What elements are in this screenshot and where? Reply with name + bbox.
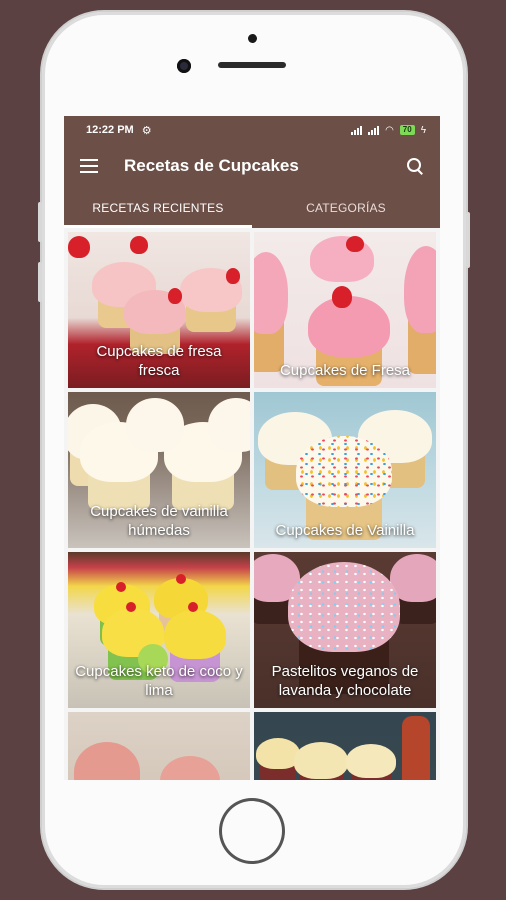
menu-icon[interactable] (80, 159, 98, 173)
search-icon[interactable] (406, 157, 424, 175)
signal-icon (351, 125, 363, 135)
settings-icon: ⚙ (141, 124, 152, 137)
recipe-card[interactable]: Cupcakes de fresa fresca (68, 232, 250, 388)
battery-icon: 70 (399, 125, 415, 135)
recipe-card[interactable]: Pastelitos veganos de lavanda y chocolat… (254, 552, 436, 708)
recipe-card[interactable]: Cupcakes de vainilla húmedas (68, 392, 250, 548)
app-bar: Recetas de Cupcakes (64, 144, 440, 188)
recipe-grid: Cupcakes de fresa fresca Cupcakes de Fre… (64, 228, 440, 780)
tab-categories[interactable]: CATEGORÍAS (252, 188, 440, 228)
home-button[interactable] (219, 798, 285, 864)
recipe-card[interactable]: Cupcakes de Vainilla (254, 392, 436, 548)
recipe-title: Cupcakes de Vainilla (275, 522, 415, 539)
recipe-card[interactable]: Cupcakes de Fresa (254, 232, 436, 388)
proximity-sensor (248, 34, 257, 43)
recipe-title: Cupcakes keto de coco y lima (75, 663, 243, 699)
recipe-card[interactable] (68, 712, 250, 780)
recipe-image (68, 712, 250, 780)
recipe-image (254, 712, 436, 780)
front-camera (177, 59, 191, 73)
charging-icon: ϟ (420, 124, 426, 136)
signal-icon-2 (368, 125, 380, 135)
recipe-title: Cupcakes de fresa fresca (96, 343, 222, 379)
recipe-card[interactable] (254, 712, 436, 780)
page-title: Recetas de Cupcakes (124, 156, 299, 175)
tab-recent-recipes[interactable]: RECETAS RECIENTES (64, 188, 252, 228)
volume-down-button (38, 262, 42, 302)
volume-up-button (38, 202, 42, 242)
earpiece-speaker (218, 62, 286, 68)
recipe-title: Pastelitos veganos de lavanda y chocolat… (271, 663, 419, 699)
app-screen: 12:22 PM ⚙ ◠ 70 ϟ Recetas de Cupcakes RE… (64, 116, 440, 780)
wifi-icon: ◠ (385, 124, 394, 136)
tab-bar: RECETAS RECIENTES CATEGORÍAS (64, 188, 440, 228)
power-button (466, 212, 470, 268)
recipe-title: Cupcakes de vainilla húmedas (90, 503, 228, 539)
recipe-card[interactable]: Cupcakes keto de coco y lima (68, 552, 250, 708)
status-time: 12:22 PM (86, 124, 134, 136)
status-bar: 12:22 PM ⚙ ◠ 70 ϟ (64, 116, 440, 144)
recipe-title: Cupcakes de Fresa (279, 362, 411, 379)
